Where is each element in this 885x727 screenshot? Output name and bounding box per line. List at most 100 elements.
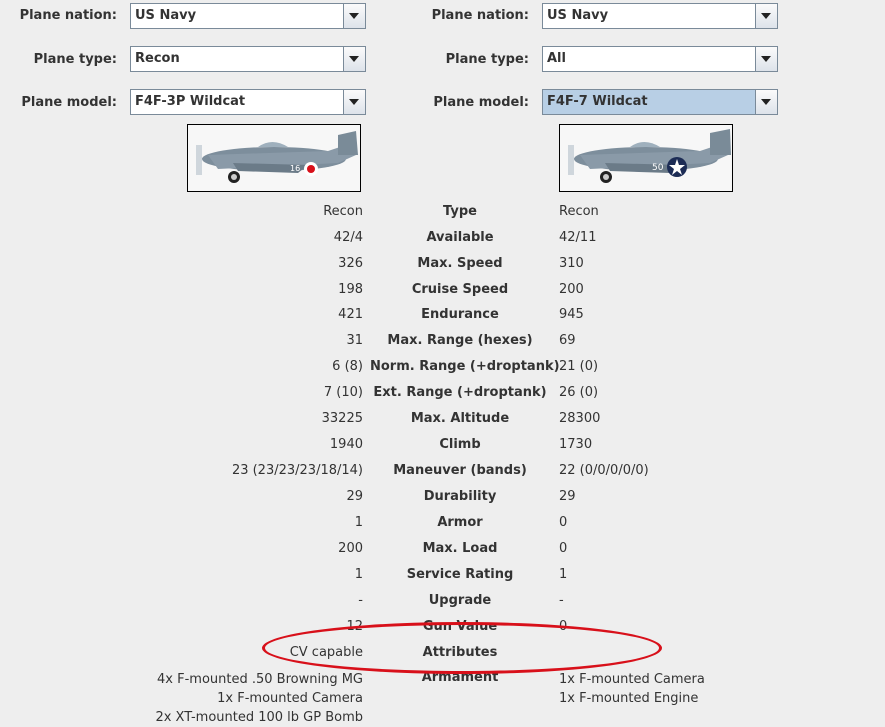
right-plane-image: 50 [559,124,733,192]
stat-right-value: 1 [559,567,568,582]
stat-row: 1940 Climb 1730 [0,437,885,457]
svg-text:16: 16 [290,164,300,173]
stat-row: 29 Durability 29 [0,489,885,509]
stat-name: Ext. Range (+droptank) [373,385,547,400]
right-type-combo[interactable]: All [542,46,778,72]
right-model-label: Plane model: [433,95,529,110]
stat-left-value: CV capable [289,645,363,660]
stat-right-value: 26 (0) [559,385,599,400]
armament-item: 4x F-mounted .50 Browning MG [157,672,363,687]
stat-left-value: 326 [338,256,363,271]
stat-right-value: 1730 [559,437,593,452]
stat-right-value: 42/11 [559,230,597,245]
stat-right-value: 21 (0) [559,359,599,374]
left-armament-list: 4x F-mounted .50 Browning MG 1x F-mounte… [155,670,363,727]
stat-row: 42/4 Available 42/11 [0,230,885,250]
stat-row: 421 Endurance 945 [0,307,885,327]
wildcat-plane-icon: 50 [568,129,731,183]
right-model-combo[interactable]: F4F-7 Wildcat [542,89,778,115]
chevron-down-icon[interactable] [343,47,365,71]
stat-left-value: Recon [323,204,363,219]
stat-row: 23 (23/23/23/18/14) Maneuver (bands) 22 … [0,463,885,483]
stat-right-value: 28300 [559,411,601,426]
stat-row: 200 Max. Load 0 [0,541,885,561]
chevron-down-icon[interactable] [755,47,777,71]
stat-name: Gun Value [422,619,498,634]
armament-item: 1x F-mounted Camera [217,691,363,706]
stat-row: 1 Armor 0 [0,515,885,535]
stat-right-value: 945 [559,307,584,322]
chevron-down-icon[interactable] [755,4,777,28]
armament-item: 2x XT-mounted 100 lb GP Bomb [155,710,363,725]
stat-name: Endurance [421,307,499,322]
stat-right-value: 0 [559,541,568,556]
stat-name: Max. Range (hexes) [387,333,533,348]
stat-row: - Upgrade - [0,593,885,613]
stat-left-value: 200 [338,541,363,556]
stat-name: Cruise Speed [411,282,509,297]
stat-row: 198 Cruise Speed 200 [0,282,885,302]
right-model-value: F4F-7 Wildcat [547,94,648,109]
stat-right-value: 29 [559,489,576,504]
stat-row: CV capable Attributes [0,645,885,665]
stat-right-value: 69 [559,333,576,348]
stat-right-value: 310 [559,256,584,271]
stat-left-value: 29 [346,489,363,504]
wildcat-plane-icon: 16 [196,131,358,183]
stat-right-value: 200 [559,282,584,297]
stat-left-value: 198 [338,282,363,297]
svg-text:50: 50 [652,163,664,173]
stat-name: Attributes [422,645,498,660]
left-nation-label: Plane nation: [19,8,117,23]
left-nation-combo[interactable]: US Navy [130,3,366,29]
stat-left-value: 33225 [321,411,363,426]
stat-row: 6 (8) Norm. Range (+droptank) 21 (0) [0,359,885,379]
stat-row: Recon Type Recon [0,204,885,224]
stat-left-value: 7 (10) [323,385,363,400]
right-armament-list: 1x F-mounted Camera 1x F-mounted Engine [559,670,705,708]
stat-left-value: 42/4 [333,230,363,245]
stat-name: Max. Load [422,541,498,556]
stat-right-value: 0 [559,619,568,634]
chevron-down-icon[interactable] [343,4,365,28]
left-type-value: Recon [135,51,180,66]
stat-left-value: 1 [354,515,363,530]
stat-left-value: - [358,593,363,608]
stat-row: 33225 Max. Altitude 28300 [0,411,885,431]
stat-right-value: Recon [559,204,599,219]
stat-right-value: 22 (0/0/0/0/0) [559,463,649,478]
right-nation-value: US Navy [547,8,609,23]
right-type-label: Plane type: [445,52,529,67]
left-model-value: F4F-3P Wildcat [135,94,246,109]
stat-left-value: 1 [354,567,363,582]
stat-name: Max. Altitude [410,411,510,426]
armament-item: 1x F-mounted Camera [559,672,705,687]
left-nation-value: US Navy [135,8,197,23]
armament-label: Armament [421,670,499,685]
stat-left-value: 421 [338,307,363,322]
left-model-combo[interactable]: F4F-3P Wildcat [130,89,366,115]
stat-name: Durability [423,489,497,504]
stat-name: Climb [439,437,481,452]
stat-row: 31 Max. Range (hexes) 69 [0,333,885,353]
stat-name: Type [443,204,477,219]
stat-right-value: - [559,593,564,608]
right-type-value: All [547,51,566,66]
stat-name: Service Rating [406,567,514,582]
stat-row: 1 Service Rating 1 [0,567,885,587]
stat-row: 12 Gun Value 0 [0,619,885,639]
stat-left-value: 1940 [329,437,363,452]
right-nation-combo[interactable]: US Navy [542,3,778,29]
chevron-down-icon[interactable] [343,90,365,114]
stat-row: 326 Max. Speed 310 [0,256,885,276]
left-type-combo[interactable]: Recon [130,46,366,72]
left-plane-image: 16 [187,124,361,192]
left-type-label: Plane type: [33,52,117,67]
chevron-down-icon[interactable] [755,90,777,114]
stat-left-value: 6 (8) [332,359,363,374]
stat-right-value: 0 [559,515,568,530]
stat-name: Upgrade [428,593,492,608]
stat-left-value: 23 (23/23/23/18/14) [231,463,363,478]
left-model-label: Plane model: [21,95,117,110]
right-nation-label: Plane nation: [431,8,529,23]
